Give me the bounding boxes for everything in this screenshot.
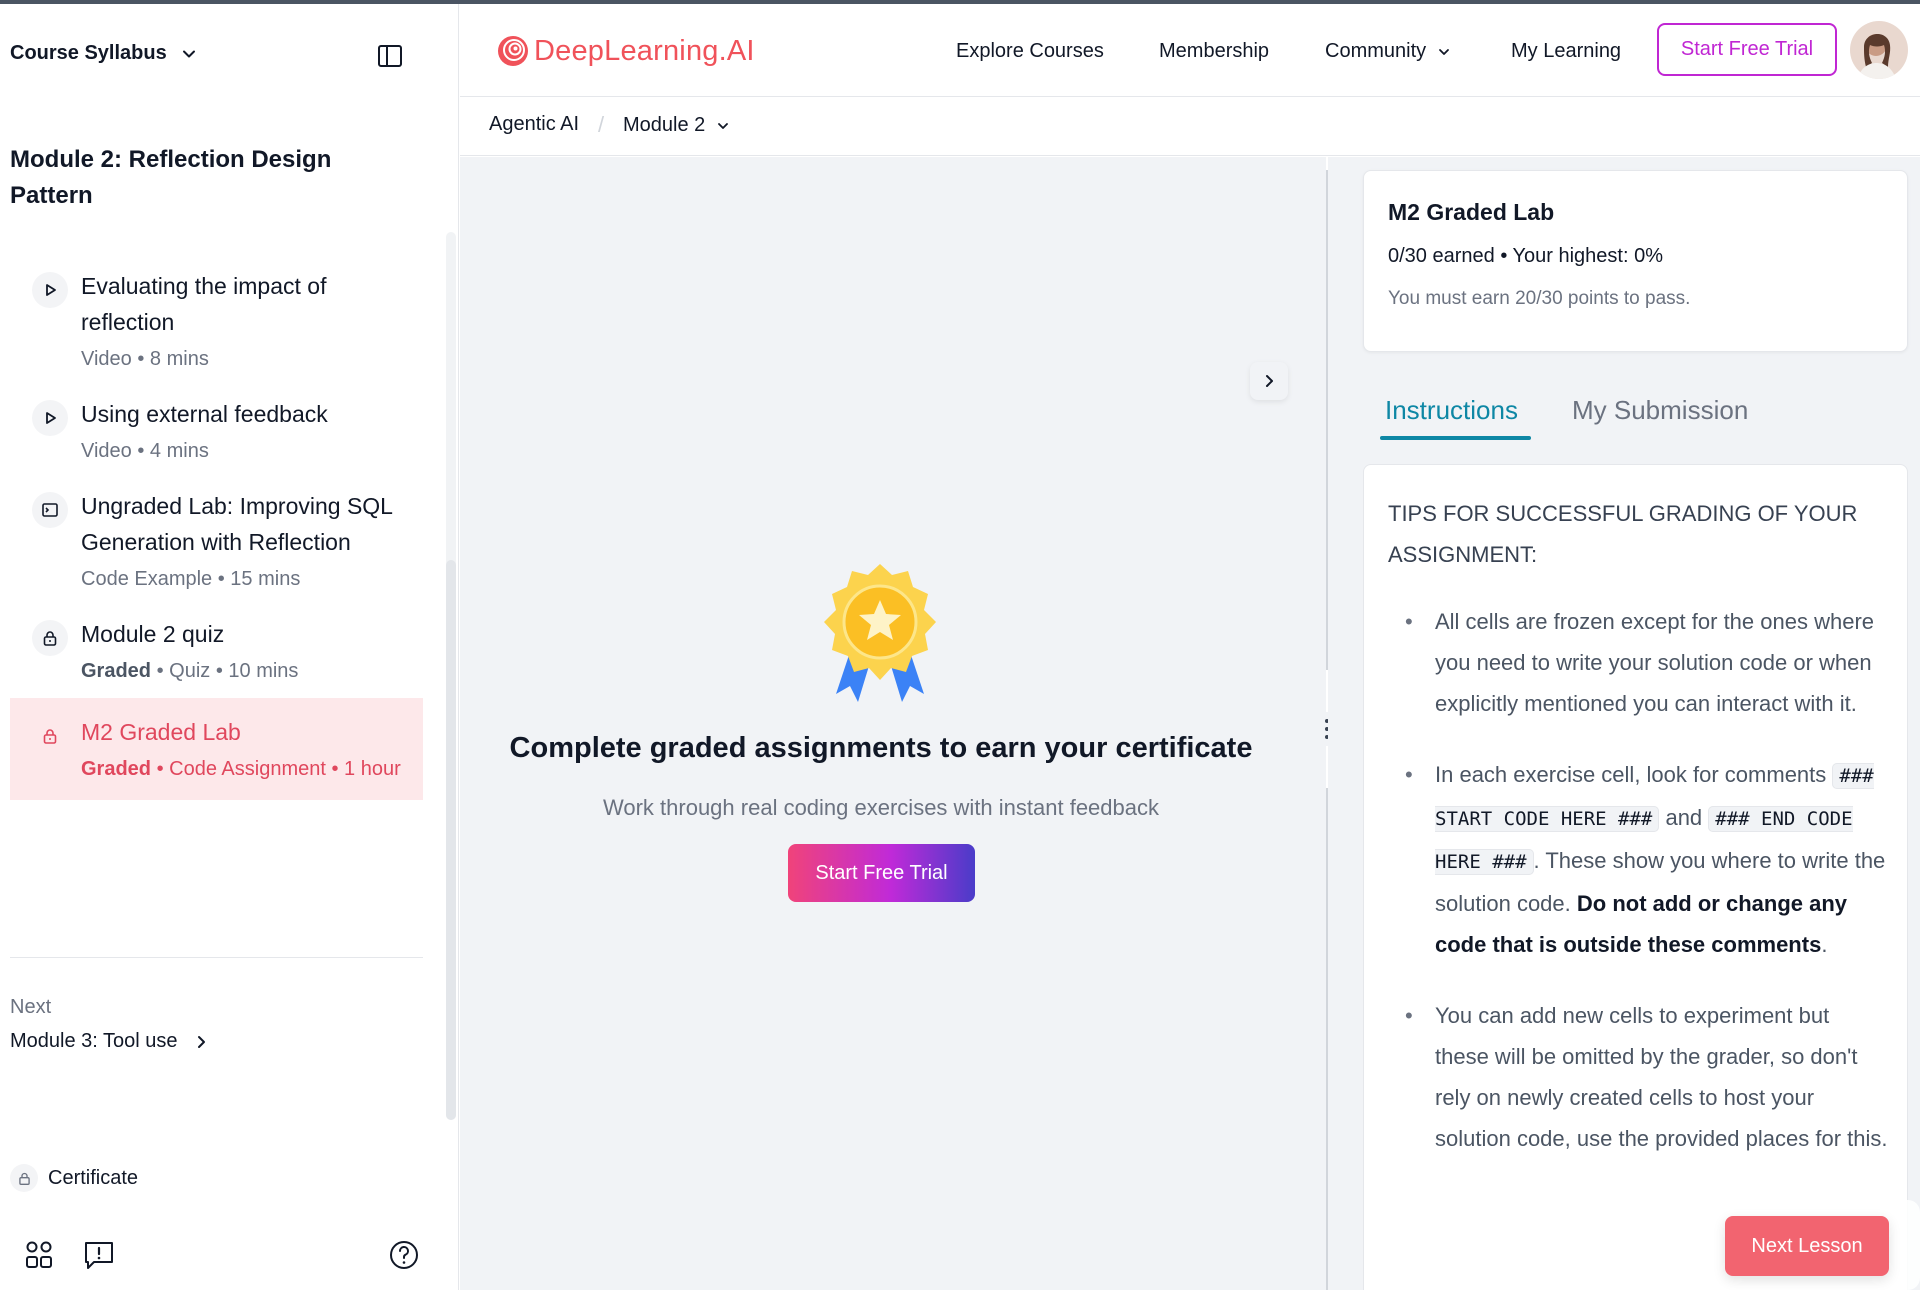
breadcrumb: Agentic AI / Module 2: [460, 98, 1920, 156]
lab-score: 0/30 earned • Your highest: 0%: [1388, 245, 1663, 267]
play-icon: [32, 272, 68, 308]
instructions-heading: TIPS FOR SUCCESSFUL GRADING OF YOUR ASSI…: [1388, 501, 1858, 567]
chevron-right-icon: [197, 1035, 205, 1048]
user-avatar[interactable]: [1850, 21, 1908, 79]
tip-text: and: [1659, 805, 1709, 830]
graded-lab-card: M2 Graded Lab 0/30 earned • Your highest…: [1363, 170, 1908, 352]
avatar-image-icon: [1850, 21, 1908, 79]
instructions-panel: TIPS FOR SUCCESSFUL GRADING OF YOUR ASSI…: [1363, 464, 1908, 1290]
graded-label: Graded: [81, 660, 152, 682]
nav-my-learning[interactable]: My Learning: [1511, 40, 1621, 63]
logo-mark-icon: [498, 36, 528, 66]
tab-my-submission[interactable]: My Submission: [1572, 395, 1748, 426]
syllabus-title: Course Syllabus: [10, 42, 167, 64]
lesson-meta: Graded • Code Assignment • 1 hour: [81, 754, 407, 784]
active-tab-indicator: [1380, 436, 1531, 440]
lesson-meta-text: • Quiz • 10 mins: [151, 660, 299, 682]
nav-community[interactable]: Community: [1325, 40, 1452, 63]
breadcrumb-module: Module 2: [623, 114, 706, 136]
nav-membership[interactable]: Membership: [1159, 40, 1269, 63]
sidebar-scrollbar-thumb[interactable]: [446, 560, 456, 1120]
chevron-down-icon: [1439, 48, 1450, 55]
help-icon[interactable]: [387, 1238, 421, 1272]
course-syllabus-dropdown[interactable]: Course Syllabus: [10, 42, 199, 65]
breadcrumb-module-dropdown[interactable]: Module 2: [623, 114, 731, 137]
main-content-pane: [460, 157, 1326, 1290]
lesson-list: Evaluating the impact of reflection Vide…: [10, 268, 423, 800]
tab-instructions[interactable]: Instructions: [1385, 395, 1518, 426]
play-icon: [32, 400, 68, 436]
next-lesson-button[interactable]: Next Lesson: [1725, 1216, 1889, 1276]
breadcrumb-separator: /: [598, 112, 605, 137]
tip-text: In each exercise cell, look for comments: [1435, 762, 1833, 787]
breadcrumb-course[interactable]: Agentic AI: [489, 113, 579, 136]
certificate-medal-icon: [824, 564, 936, 702]
tips-list: All cells are frozen except for the ones…: [1388, 601, 1888, 1189]
lab-title: M2 Graded Lab: [1388, 199, 1555, 225]
deeplearning-ai-logo[interactable]: DeepLearning.AI: [496, 34, 755, 68]
lesson-title: Module 2 quiz: [81, 621, 225, 647]
code-window-icon: [32, 492, 68, 528]
tip-text: .: [1821, 932, 1828, 957]
lock-icon: [32, 718, 68, 754]
lesson-meta: Video • 8 mins: [81, 348, 209, 370]
cta-subtitle: Work through real coding exercises with …: [603, 795, 1159, 820]
lock-icon: [10, 1164, 38, 1192]
cta-title: Complete graded assignments to earn your…: [509, 732, 1253, 764]
sidebar-toggle-icon[interactable]: [376, 42, 404, 70]
apps-icon[interactable]: [22, 1238, 56, 1272]
lock-icon: [32, 620, 68, 656]
header-start-free-trial-button[interactable]: Start Free Trial: [1657, 23, 1837, 76]
sidebar-divider: [10, 957, 423, 958]
lesson-title: Using external feedback: [81, 401, 328, 427]
lesson-title: M2 Graded Lab: [81, 719, 241, 745]
lesson-meta: Code Example • 15 mins: [81, 568, 301, 590]
nav-explore-courses[interactable]: Explore Courses: [956, 40, 1104, 63]
lesson-meta: Graded • Quiz • 10 mins: [81, 656, 407, 686]
lesson-title: Evaluating the impact of reflection: [81, 273, 327, 335]
nav-community-label: Community: [1325, 40, 1427, 62]
lesson-item[interactable]: Evaluating the impact of reflection Vide…: [10, 268, 423, 374]
chevron-down-icon: [718, 122, 729, 129]
next-label: Next: [10, 996, 52, 1018]
chevron-down-icon: [182, 50, 195, 57]
chevron-right-icon: [1266, 375, 1273, 387]
expand-panel-button[interactable]: [1250, 362, 1288, 400]
top-header: DeepLearning.AI Explore Courses Membersh…: [460, 4, 1920, 97]
certificate-item[interactable]: Certificate: [10, 1164, 138, 1192]
logo-text: DeepLearning.AI: [534, 34, 755, 67]
lesson-meta: Video • 4 mins: [81, 440, 209, 462]
lab-pass-requirement: You must earn 20/30 points to pass.: [1388, 288, 1691, 309]
list-item: In each exercise cell, look for comments…: [1388, 754, 1888, 965]
module-title: Module 2: Reflection Design Pattern: [10, 146, 332, 209]
next-module-title: Module 3: Tool use: [10, 1030, 178, 1052]
list-item: You can add new cells to experiment but …: [1388, 995, 1888, 1159]
sidebar-footer: [0, 1232, 459, 1276]
lesson-item[interactable]: Using external feedback Video • 4 mins: [10, 396, 423, 466]
lesson-title: Ungraded Lab: Improving SQL Generation w…: [81, 493, 393, 555]
feedback-icon[interactable]: [82, 1238, 116, 1272]
certificate-label: Certificate: [48, 1166, 139, 1189]
lesson-item[interactable]: Module 2 quiz Graded • Quiz • 10 mins: [10, 616, 423, 686]
list-item: All cells are frozen except for the ones…: [1388, 601, 1888, 724]
lesson-item-active[interactable]: M2 Graded Lab Graded • Code Assignment •…: [10, 698, 423, 800]
graded-label: Graded: [81, 758, 152, 780]
start-free-trial-button[interactable]: Start Free Trial: [788, 844, 975, 902]
lesson-meta-text: • Code Assignment • 1 hour: [151, 758, 401, 780]
lesson-item[interactable]: Ungraded Lab: Improving SQL Generation w…: [10, 488, 423, 594]
next-module-link[interactable]: Module 3: Tool use: [10, 1030, 210, 1053]
